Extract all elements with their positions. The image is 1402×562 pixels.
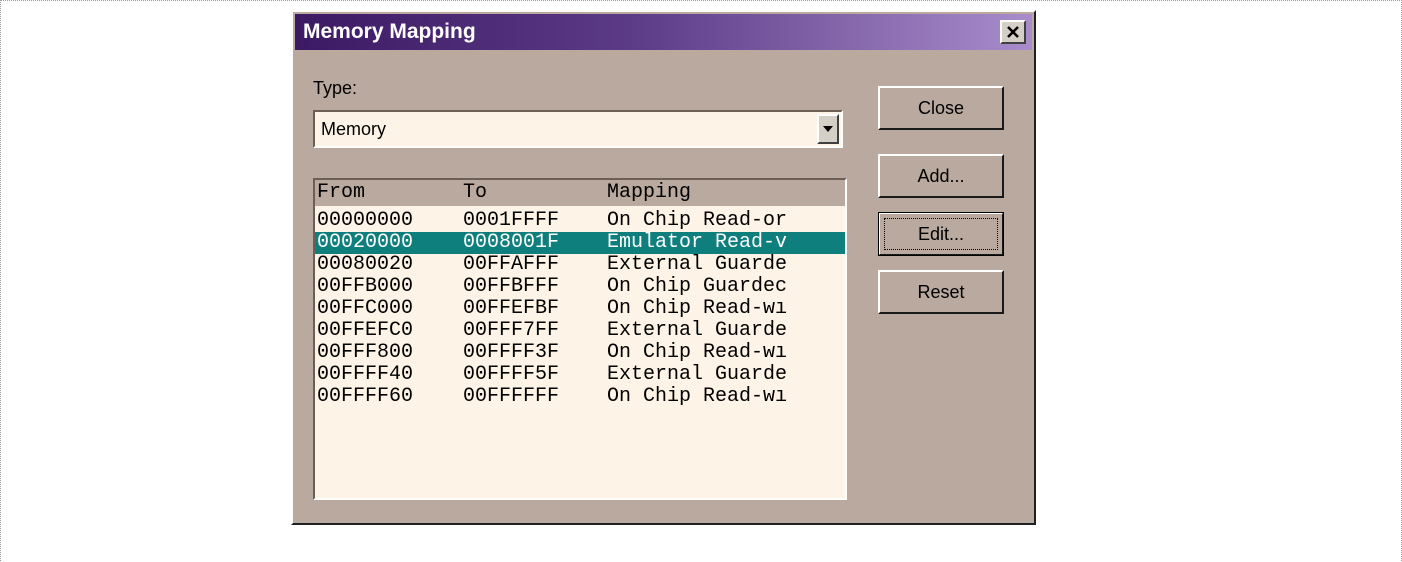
- list-item[interactable]: 00FFB000 00FFBFFF On Chip Guardec: [315, 276, 845, 298]
- cell-from: 00FFEFC0: [317, 320, 414, 342]
- type-label: Type:: [313, 78, 358, 98]
- add-button[interactable]: Add...: [878, 154, 1004, 198]
- header-mapping[interactable]: Mapping: [607, 180, 691, 206]
- cell-from: 00FFFF60: [317, 386, 414, 408]
- cell-from: 00FFC000: [317, 298, 414, 320]
- title-bar[interactable]: Memory Mapping: [295, 14, 1032, 50]
- cell-to: 0001FFFF: [463, 210, 560, 232]
- list-item[interactable]: 00FFEFC0 00FFF7FF External Guarde: [315, 320, 845, 342]
- close-icon: [1007, 26, 1019, 38]
- cell-mapping: On Chip Read-wı: [607, 342, 788, 364]
- cell-to: 00FFAFFF: [463, 254, 560, 276]
- cell-from: 00080020: [317, 254, 414, 276]
- type-dropdown-button[interactable]: [817, 114, 839, 144]
- memory-map-list[interactable]: From To Mapping 00000000 0001FFFF On Chip …: [313, 178, 847, 500]
- list-item[interactable]: 00020000 0008001F Emulator Read-v: [315, 232, 845, 254]
- cell-from: 00FFFF40: [317, 364, 414, 386]
- cell-to: 0008001F: [463, 232, 560, 254]
- cell-to: 00FFFF3F: [463, 342, 560, 364]
- close-button[interactable]: Close: [878, 86, 1004, 130]
- focus-ring: [884, 218, 998, 250]
- cell-from: 00020000: [317, 232, 414, 254]
- cell-to: 00FFEFBF: [463, 298, 560, 320]
- list-rows: 00000000 0001FFFF On Chip Read-or 00020000 0…: [315, 210, 845, 498]
- list-header: From To Mapping: [315, 180, 845, 206]
- cell-to: 00FFBFFF: [463, 276, 560, 298]
- list-item[interactable]: 00FFF800 00FFFF3F On Chip Read-wı: [315, 342, 845, 364]
- window-close-button[interactable]: [1000, 20, 1026, 44]
- list-item[interactable]: 00FFFF40 00FFFF5F External Guarde: [315, 364, 845, 386]
- cell-to: 00FFFFFF: [463, 386, 560, 408]
- cell-from: 00FFB000: [317, 276, 414, 298]
- cell-to: 00FFF7FF: [463, 320, 560, 342]
- header-to[interactable]: To: [463, 180, 487, 206]
- cell-from: 00FFF800: [317, 342, 414, 364]
- window-title: Memory Mapping: [303, 20, 476, 43]
- cell-mapping: External Guarde: [607, 364, 788, 386]
- header-from[interactable]: From: [317, 180, 365, 206]
- cell-mapping: On Chip Read-wı: [607, 386, 788, 408]
- cell-to: 00FFFF5F: [463, 364, 560, 386]
- cell-mapping: External Guarde: [607, 254, 788, 276]
- cell-mapping: On Chip Read-or: [607, 210, 788, 232]
- memory-mapping-dialog: Memory Mapping Type: Memory From To Mapp…: [291, 10, 1036, 525]
- reset-button[interactable]: Reset: [878, 270, 1004, 314]
- cell-from: 00000000: [317, 210, 414, 232]
- cell-mapping: External Guarde: [607, 320, 788, 342]
- list-item[interactable]: 00FFC000 00FFEFBF On Chip Read-wı: [315, 298, 845, 320]
- type-selected-value: Memory: [321, 119, 387, 139]
- chevron-down-icon: [823, 126, 833, 132]
- cell-mapping: On Chip Read-wı: [607, 298, 788, 320]
- type-dropdown[interactable]: Memory: [313, 110, 843, 148]
- cell-mapping: On Chip Guardec: [607, 276, 788, 298]
- list-item[interactable]: 00080020 00FFAFFF External Guarde: [315, 254, 845, 276]
- cell-mapping: Emulator Read-v: [607, 232, 788, 254]
- edit-button[interactable]: Edit...: [878, 212, 1004, 256]
- list-item[interactable]: 00000000 0001FFFF On Chip Read-or: [315, 210, 845, 232]
- list-item[interactable]: 00FFFF60 00FFFFFF On Chip Read-wı: [315, 386, 845, 408]
